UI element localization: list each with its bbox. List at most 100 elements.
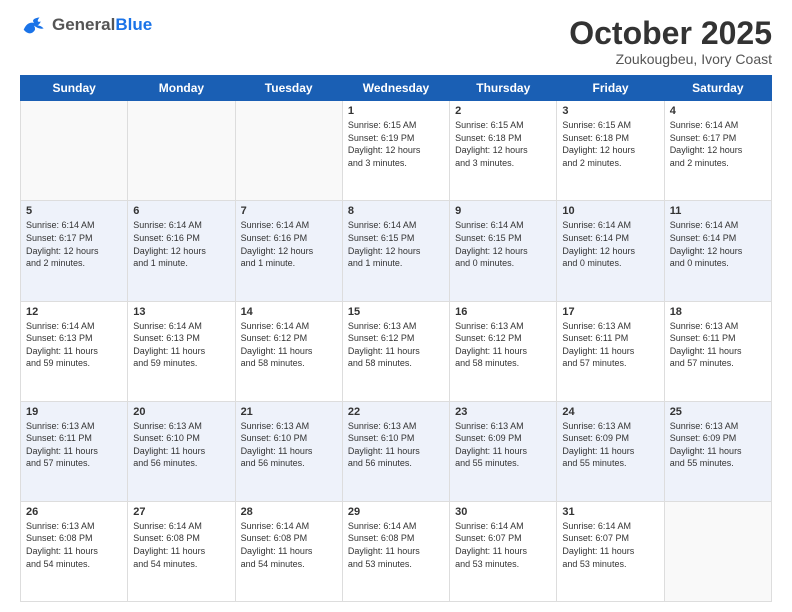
day-info: Sunrise: 6:14 AM Sunset: 6:16 PM Dayligh… bbox=[241, 219, 337, 269]
day-info: Sunrise: 6:15 AM Sunset: 6:19 PM Dayligh… bbox=[348, 119, 444, 169]
day-header-wednesday: Wednesday bbox=[342, 76, 449, 101]
day-info: Sunrise: 6:14 AM Sunset: 6:15 PM Dayligh… bbox=[455, 219, 551, 269]
day-number: 18 bbox=[670, 306, 766, 318]
day-cell-9: 9 Sunrise: 6:14 AM Sunset: 6:15 PM Daylig… bbox=[450, 201, 557, 301]
day-info: Sunrise: 6:14 AM Sunset: 6:17 PM Dayligh… bbox=[670, 119, 766, 169]
day-number: 3 bbox=[562, 105, 658, 117]
day-number: 31 bbox=[562, 506, 658, 518]
day-number: 19 bbox=[26, 406, 122, 418]
day-cell-1: 1 Sunrise: 6:15 AM Sunset: 6:19 PM Daylig… bbox=[342, 101, 449, 201]
day-cell-15: 15 Sunrise: 6:13 AM Sunset: 6:12 PM Dayli… bbox=[342, 301, 449, 401]
week-row-2: 5Sunrise: 6:14 AM Sunset: 6:17 PM Daylig… bbox=[21, 201, 772, 301]
day-info: Sunrise: 6:13 AM Sunset: 6:10 PM Dayligh… bbox=[241, 420, 337, 470]
day-number: 17 bbox=[562, 306, 658, 318]
day-cell-3: 3 Sunrise: 6:15 AM Sunset: 6:18 PM Daylig… bbox=[557, 101, 664, 201]
day-cell-11: 11 Sunrise: 6:14 AM Sunset: 6:14 PM Dayli… bbox=[664, 201, 771, 301]
day-cell-17: 17 Sunrise: 6:13 AM Sunset: 6:11 PM Dayli… bbox=[557, 301, 664, 401]
day-number: 16 bbox=[455, 306, 551, 318]
day-number: 1 bbox=[348, 105, 444, 117]
day-info: Sunrise: 6:13 AM Sunset: 6:08 PM Dayligh… bbox=[26, 520, 122, 570]
day-cell-5: 5Sunrise: 6:14 AM Sunset: 6:17 PM Daylig… bbox=[21, 201, 128, 301]
day-number: 6 bbox=[133, 205, 229, 217]
day-info: Sunrise: 6:13 AM Sunset: 6:10 PM Dayligh… bbox=[348, 420, 444, 470]
day-cell-14: 14 Sunrise: 6:14 AM Sunset: 6:12 PM Dayli… bbox=[235, 301, 342, 401]
day-number: 24 bbox=[562, 406, 658, 418]
day-info: Sunrise: 6:14 AM Sunset: 6:07 PM Dayligh… bbox=[455, 520, 551, 570]
day-cell-30: 30 Sunrise: 6:14 AM Sunset: 6:07 PM Dayli… bbox=[450, 501, 557, 601]
day-cell-10: 10 Sunrise: 6:14 AM Sunset: 6:14 PM Dayli… bbox=[557, 201, 664, 301]
day-info: Sunrise: 6:13 AM Sunset: 6:12 PM Dayligh… bbox=[348, 320, 444, 370]
day-cell-7: 7Sunrise: 6:14 AM Sunset: 6:16 PM Daylig… bbox=[235, 201, 342, 301]
week-row-1: 1 Sunrise: 6:15 AM Sunset: 6:19 PM Daylig… bbox=[21, 101, 772, 201]
day-cell-empty bbox=[128, 101, 235, 201]
location: Zoukougbeu, Ivory Coast bbox=[569, 51, 772, 67]
day-cell-27: 27Sunrise: 6:14 AM Sunset: 6:08 PM Dayli… bbox=[128, 501, 235, 601]
day-cell-22: 22 Sunrise: 6:13 AM Sunset: 6:10 PM Dayli… bbox=[342, 401, 449, 501]
day-number: 23 bbox=[455, 406, 551, 418]
day-cell-16: 16 Sunrise: 6:13 AM Sunset: 6:12 PM Dayli… bbox=[450, 301, 557, 401]
day-cell-8: 8Sunrise: 6:14 AM Sunset: 6:15 PM Daylig… bbox=[342, 201, 449, 301]
calendar-header-row: SundayMondayTuesdayWednesdayThursdayFrid… bbox=[21, 76, 772, 101]
day-info: Sunrise: 6:13 AM Sunset: 6:11 PM Dayligh… bbox=[670, 320, 766, 370]
week-row-3: 12 Sunrise: 6:14 AM Sunset: 6:13 PM Dayli… bbox=[21, 301, 772, 401]
day-header-friday: Friday bbox=[557, 76, 664, 101]
day-cell-13: 13Sunrise: 6:14 AM Sunset: 6:13 PM Dayli… bbox=[128, 301, 235, 401]
day-header-saturday: Saturday bbox=[664, 76, 771, 101]
day-header-tuesday: Tuesday bbox=[235, 76, 342, 101]
day-number: 29 bbox=[348, 506, 444, 518]
day-cell-empty bbox=[235, 101, 342, 201]
day-cell-24: 24 Sunrise: 6:13 AM Sunset: 6:09 PM Dayli… bbox=[557, 401, 664, 501]
day-cell-empty bbox=[21, 101, 128, 201]
header: GeneralBlue October 2025 Zoukougbeu, Ivo… bbox=[20, 16, 772, 67]
day-cell-2: 2 Sunrise: 6:15 AM Sunset: 6:18 PM Daylig… bbox=[450, 101, 557, 201]
day-number: 11 bbox=[670, 205, 766, 217]
day-info: Sunrise: 6:14 AM Sunset: 6:12 PM Dayligh… bbox=[241, 320, 337, 370]
day-info: Sunrise: 6:13 AM Sunset: 6:12 PM Dayligh… bbox=[455, 320, 551, 370]
day-number: 22 bbox=[348, 406, 444, 418]
day-info: Sunrise: 6:14 AM Sunset: 6:13 PM Dayligh… bbox=[133, 320, 229, 370]
day-info: Sunrise: 6:13 AM Sunset: 6:11 PM Dayligh… bbox=[562, 320, 658, 370]
day-header-sunday: Sunday bbox=[21, 76, 128, 101]
day-info: Sunrise: 6:13 AM Sunset: 6:10 PM Dayligh… bbox=[133, 420, 229, 470]
day-number: 10 bbox=[562, 205, 658, 217]
day-info: Sunrise: 6:13 AM Sunset: 6:09 PM Dayligh… bbox=[562, 420, 658, 470]
day-cell-empty bbox=[664, 501, 771, 601]
day-cell-25: 25Sunrise: 6:13 AM Sunset: 6:09 PM Dayli… bbox=[664, 401, 771, 501]
day-cell-20: 20 Sunrise: 6:13 AM Sunset: 6:10 PM Dayli… bbox=[128, 401, 235, 501]
month-title: October 2025 bbox=[569, 16, 772, 51]
day-info: Sunrise: 6:14 AM Sunset: 6:07 PM Dayligh… bbox=[562, 520, 658, 570]
title-section: October 2025 Zoukougbeu, Ivory Coast bbox=[569, 16, 772, 67]
day-header-monday: Monday bbox=[128, 76, 235, 101]
day-info: Sunrise: 6:14 AM Sunset: 6:17 PM Dayligh… bbox=[26, 219, 122, 269]
day-cell-28: 28Sunrise: 6:14 AM Sunset: 6:08 PM Dayli… bbox=[235, 501, 342, 601]
day-number: 4 bbox=[670, 105, 766, 117]
logo: GeneralBlue bbox=[20, 16, 152, 38]
logo-bird-icon bbox=[20, 16, 48, 38]
day-cell-31: 31 Sunrise: 6:14 AM Sunset: 6:07 PM Dayli… bbox=[557, 501, 664, 601]
day-number: 27 bbox=[133, 506, 229, 518]
day-number: 21 bbox=[241, 406, 337, 418]
day-cell-6: 6 Sunrise: 6:14 AM Sunset: 6:16 PM Daylig… bbox=[128, 201, 235, 301]
day-cell-29: 29 Sunrise: 6:14 AM Sunset: 6:08 PM Dayli… bbox=[342, 501, 449, 601]
day-number: 2 bbox=[455, 105, 551, 117]
day-number: 30 bbox=[455, 506, 551, 518]
day-number: 12 bbox=[26, 306, 122, 318]
day-info: Sunrise: 6:14 AM Sunset: 6:08 PM Dayligh… bbox=[348, 520, 444, 570]
day-number: 20 bbox=[133, 406, 229, 418]
logo-text: GeneralBlue bbox=[52, 16, 152, 35]
day-number: 25 bbox=[670, 406, 766, 418]
day-info: Sunrise: 6:15 AM Sunset: 6:18 PM Dayligh… bbox=[455, 119, 551, 169]
day-number: 9 bbox=[455, 205, 551, 217]
day-info: Sunrise: 6:15 AM Sunset: 6:18 PM Dayligh… bbox=[562, 119, 658, 169]
day-number: 15 bbox=[348, 306, 444, 318]
calendar: SundayMondayTuesdayWednesdayThursdayFrid… bbox=[20, 75, 772, 602]
day-number: 14 bbox=[241, 306, 337, 318]
day-cell-4: 4 Sunrise: 6:14 AM Sunset: 6:17 PM Daylig… bbox=[664, 101, 771, 201]
day-cell-21: 21 Sunrise: 6:13 AM Sunset: 6:10 PM Dayli… bbox=[235, 401, 342, 501]
day-info: Sunrise: 6:14 AM Sunset: 6:15 PM Dayligh… bbox=[348, 219, 444, 269]
day-info: Sunrise: 6:14 AM Sunset: 6:14 PM Dayligh… bbox=[562, 219, 658, 269]
day-info: Sunrise: 6:14 AM Sunset: 6:14 PM Dayligh… bbox=[670, 219, 766, 269]
day-info: Sunrise: 6:13 AM Sunset: 6:11 PM Dayligh… bbox=[26, 420, 122, 470]
day-info: Sunrise: 6:14 AM Sunset: 6:08 PM Dayligh… bbox=[241, 520, 337, 570]
day-info: Sunrise: 6:14 AM Sunset: 6:16 PM Dayligh… bbox=[133, 219, 229, 269]
